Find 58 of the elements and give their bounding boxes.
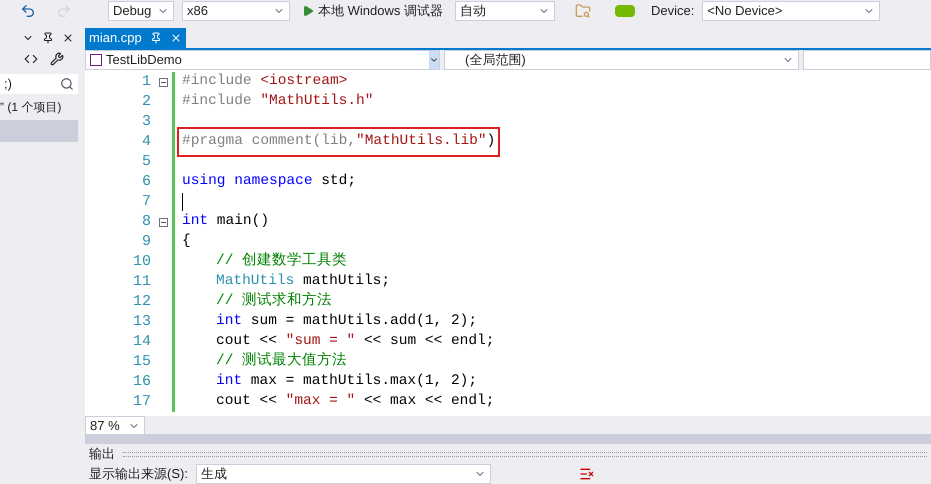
code-line: MathUtils mathUtils; [216, 272, 390, 292]
line-number: 2 [140, 92, 151, 112]
clear-icon[interactable] [578, 466, 595, 482]
source-dropdown[interactable]: 生成 [196, 464, 491, 484]
code-line: cout << "sum = " << sum << endl; [216, 332, 494, 352]
text-caret [182, 193, 183, 211]
search-icon [60, 77, 74, 91]
line-number: 16 [132, 372, 151, 392]
output-title: 输出 [89, 445, 115, 464]
pin-icon[interactable] [42, 32, 54, 44]
code-line: // 测试最大值方法 [216, 352, 348, 372]
platform-dropdown[interactable]: x86 [182, 1, 290, 21]
dropdown-caret-icon[interactable] [429, 51, 439, 69]
device-dropdown[interactable]: <No Device> [702, 1, 880, 21]
zoom-dropdown[interactable]: 87 % [85, 416, 145, 436]
line-number: 12 [132, 292, 151, 312]
line-number: 3 [140, 112, 151, 132]
config-dropdown[interactable]: Debug [108, 1, 174, 21]
play-icon [302, 5, 314, 17]
line-number: 15 [132, 352, 151, 372]
line-number: 6 [140, 172, 151, 192]
item-count: ” (1 个项目) [0, 99, 62, 116]
code-line: int max = mathUtils.max(1, 2); [216, 372, 478, 392]
code-line: // 创建数学工具类 [216, 252, 348, 272]
line-number: 5 [140, 152, 151, 172]
wrench-icon[interactable] [50, 52, 64, 66]
line-number: 9 [140, 232, 151, 252]
search-field[interactable]: ;) [0, 74, 78, 94]
line-number: 1 [140, 72, 151, 92]
code-line: int main() [182, 212, 270, 232]
run-mode-dropdown[interactable]: 自动 [454, 1, 555, 21]
device-label: Device: [650, 2, 694, 20]
undo-icon[interactable] [20, 3, 36, 19]
code-line: int sum = mathUtils.add(1, 2); [216, 312, 478, 332]
scope-dropdown[interactable]: (全局范围) [444, 50, 799, 70]
project-icon [90, 54, 102, 66]
line-number: 10 [132, 252, 151, 272]
code-line: { [182, 232, 191, 252]
line-number: 14 [132, 332, 151, 352]
line-number: 17 [132, 392, 151, 412]
code-line: #include <iostream> [182, 72, 348, 92]
code-icon[interactable] [24, 52, 38, 66]
close-icon[interactable] [62, 32, 74, 44]
code-line: // 测试求和方法 [216, 292, 332, 312]
line-number: 13 [132, 312, 151, 332]
line-number: 7 [140, 192, 151, 212]
code-line: using namespace std; [182, 172, 356, 192]
collapse-icon[interactable] [159, 78, 168, 86]
code-editor[interactable] [85, 70, 931, 416]
collapse-icon[interactable] [159, 218, 168, 226]
code-line: #include "MathUtils.h" [182, 92, 374, 112]
project-dropdown[interactable]: TestLibDemo [85, 50, 440, 70]
code-line: cout << "max = " << max << endl; [216, 392, 494, 412]
line-number: 4 [140, 132, 151, 152]
run-button[interactable]: 本地 Windows 调试器 [298, 1, 447, 21]
line-number: 11 [132, 272, 151, 292]
line-number: 8 [140, 212, 151, 232]
source-label: 显示输出来源(S): [89, 465, 188, 484]
